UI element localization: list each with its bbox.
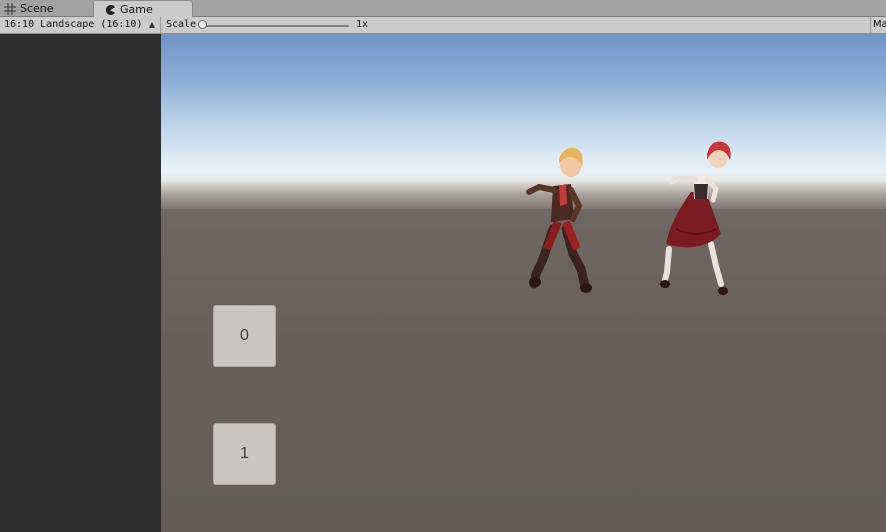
letterbox-panel xyxy=(0,34,161,532)
scale-value: 1x xyxy=(356,19,369,30)
aspect-ratio-value: 16:10 Landscape (16:10) xyxy=(4,19,143,30)
tab-scene[interactable]: Scene xyxy=(0,0,93,17)
tab-game-label: Game xyxy=(120,3,153,16)
tab-game[interactable]: Game xyxy=(93,0,193,18)
editor-tab-bar: Scene Game xyxy=(0,0,886,18)
maximize-on-play-label: Maximize On Play xyxy=(873,19,886,30)
game-view-toolbar: 16:10 Landscape (16:10) ▲ Scale 1x Maxim… xyxy=(0,17,886,34)
game-button-0-label: 0 xyxy=(240,327,249,344)
girl-character xyxy=(660,141,731,295)
game-button-1-label: 1 xyxy=(240,445,249,462)
game-button-0[interactable]: 0 xyxy=(213,305,276,367)
game-viewport[interactable]: 0 1 xyxy=(161,34,886,532)
dropdown-arrows-icon: ▲ xyxy=(148,20,155,29)
maximize-on-play-toggle[interactable]: Maximize On Play xyxy=(870,17,886,33)
tab-scene-label: Scene xyxy=(20,2,54,15)
boy-character xyxy=(526,147,592,293)
game-button-1[interactable]: 1 xyxy=(213,423,276,485)
aspect-ratio-dropdown[interactable]: 16:10 Landscape (16:10) ▲ xyxy=(0,17,161,33)
scale-label: Scale xyxy=(166,19,197,30)
scale-slider-track[interactable] xyxy=(203,25,349,27)
game-pacman-icon xyxy=(105,4,115,15)
scene-grid-icon xyxy=(4,2,16,15)
scale-slider-thumb[interactable] xyxy=(198,20,207,29)
